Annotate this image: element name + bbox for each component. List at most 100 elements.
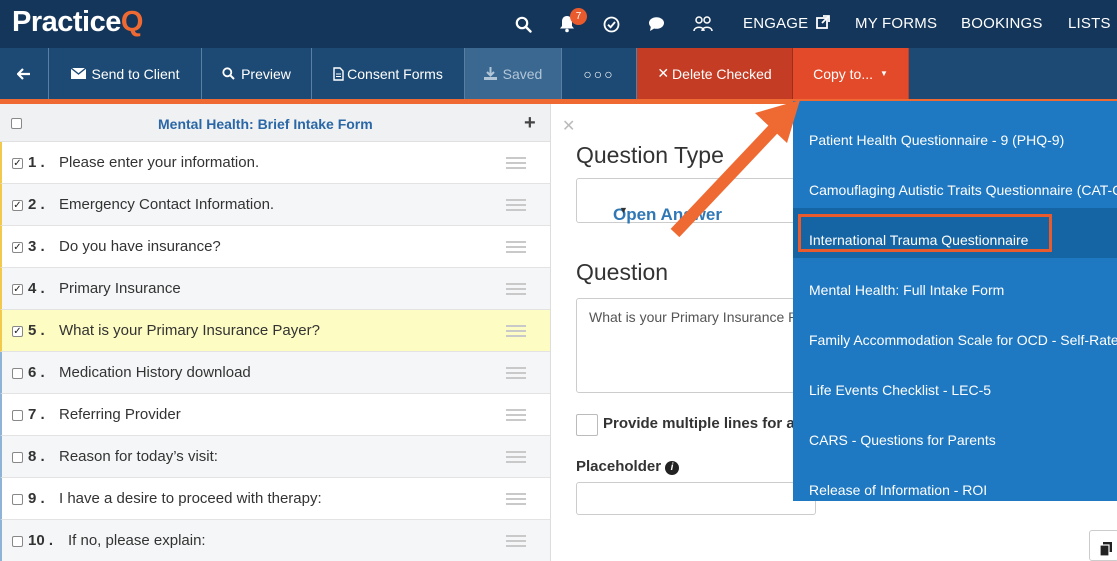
copy-to-item[interactable]: Life Events Checklist - LEC-5: [793, 358, 1117, 408]
info-icon[interactable]: i: [665, 461, 680, 475]
question-number: 6 .: [28, 364, 45, 381]
copy-to-item-label: International Trauma Questionnaire: [809, 232, 1029, 248]
envelope-icon: [70, 68, 86, 79]
placeholder-label-text: Placeholder: [576, 458, 662, 475]
question-row[interactable]: 6 . Medication History download: [0, 352, 550, 394]
question-heading: Question: [576, 259, 669, 285]
copy-to-item[interactable]: Family Accommodation Scale for OCD - Sel…: [793, 308, 1117, 358]
saved-button[interactable]: Saved: [465, 48, 562, 99]
practiceq-logo[interactable]: PracticeQ: [12, 6, 143, 39]
select-all-checkbox[interactable]: [11, 118, 22, 129]
copy-to-item[interactable]: Release of Information - ROI: [793, 458, 1117, 501]
nav-engage[interactable]: ENGAGE: [743, 15, 830, 32]
copy-to-dropdown-menu: Patient Health Questionnaire - 9 (PHQ-9)…: [793, 101, 1117, 501]
copy-to-item[interactable]: International Trauma Questionnaire: [793, 208, 1117, 258]
question-row[interactable]: ✓ 1 . Please enter your information.: [0, 142, 550, 184]
placeholder-input[interactable]: [576, 482, 816, 515]
more-options-button[interactable]: ○○○: [562, 48, 637, 99]
check-circle-icon[interactable]: [599, 12, 623, 36]
copy-to-item[interactable]: CARS - Questions for Parents: [793, 408, 1117, 458]
drag-handle-icon[interactable]: [506, 409, 526, 424]
question-type-select[interactable]: Open Answer ▼: [576, 178, 806, 224]
back-button[interactable]: [0, 48, 49, 99]
nav-lists-label: LISTS: [1068, 15, 1111, 32]
consent-forms-button[interactable]: Consent Forms: [312, 48, 465, 99]
question-checkbox[interactable]: ✓: [12, 284, 23, 295]
question-checkbox[interactable]: [12, 494, 23, 505]
copy-to-item[interactable]: Patient Health Questionnaire - 9 (PHQ-9): [793, 108, 1117, 158]
question-checkbox[interactable]: [12, 452, 23, 463]
search-icon: [222, 67, 235, 80]
question-checkbox[interactable]: [12, 368, 23, 379]
document-icon: [333, 66, 344, 81]
question-checkbox[interactable]: ✓: [12, 242, 23, 253]
question-number: 10 .: [28, 532, 54, 549]
question-checkbox[interactable]: [12, 410, 23, 421]
search-icon[interactable]: [511, 12, 535, 36]
send-to-client-button[interactable]: Send to Client: [49, 48, 202, 99]
nav-my-forms[interactable]: MY FORMS: [855, 15, 937, 32]
question-row[interactable]: ✓ 2 . Emergency Contact Information.: [0, 184, 550, 226]
form-header: Mental Health: Brief Intake Form +: [0, 104, 550, 142]
question-type-value: Open Answer: [613, 205, 722, 224]
drag-handle-icon[interactable]: [506, 367, 526, 382]
drag-handle-icon[interactable]: [506, 199, 526, 214]
multiple-lines-checkbox[interactable]: [576, 414, 598, 436]
drag-handle-icon[interactable]: [506, 325, 526, 340]
copy-to-item[interactable]: Mental Health: Full Intake Form: [793, 258, 1117, 308]
question-row[interactable]: ✓ 5 . What is your Primary Insurance Payer…: [0, 310, 550, 352]
question-number: 3 .: [28, 238, 45, 255]
nav-bookings[interactable]: BOOKINGS: [961, 15, 1043, 32]
caret-down-icon: ▼: [880, 69, 888, 78]
chat-icon[interactable]: [644, 12, 668, 36]
drag-handle-icon[interactable]: [506, 241, 526, 256]
copy-to-item-label: Camouflaging Autistic Traits Questionnai…: [809, 182, 1117, 198]
form-title: Mental Health: Brief Intake Form: [158, 116, 373, 132]
question-text: Referring Provider: [59, 406, 181, 423]
notification-badge: 7: [570, 8, 587, 25]
copy-to-item-label: Release of Information - ROI: [809, 482, 988, 498]
copy-to-item-label: Family Accommodation Scale for OCD - Sel…: [809, 332, 1117, 348]
question-checkbox[interactable]: ✓: [12, 158, 23, 169]
question-row[interactable]: 7 . Referring Provider: [0, 394, 550, 436]
question-row[interactable]: 8 . Reason for today’s visit:: [0, 436, 550, 478]
drag-handle-icon[interactable]: [506, 157, 526, 172]
question-row[interactable]: 10 . If no, please explain:: [0, 520, 550, 561]
clipboard-icon[interactable]: [1089, 530, 1117, 561]
question-number: 1 .: [28, 154, 45, 171]
question-row[interactable]: ✓ 3 . Do you have insurance?: [0, 226, 550, 268]
copy-to-item-label: Life Events Checklist - LEC-5: [809, 382, 992, 398]
people-icon[interactable]: [691, 12, 715, 36]
drag-handle-icon[interactable]: [506, 451, 526, 466]
question-number: 5 .: [28, 322, 45, 339]
copy-to-item-label: CARS - Questions for Parents: [809, 432, 996, 448]
question-number: 4 .: [28, 280, 45, 297]
copy-to-item-label: Mental Health: Full Intake Form: [809, 282, 1005, 298]
copy-to-item[interactable]: Camouflaging Autistic Traits Questionnai…: [793, 158, 1117, 208]
question-text: Please enter your information.: [59, 154, 260, 171]
drag-handle-icon[interactable]: [506, 283, 526, 298]
question-number: 7 .: [28, 406, 45, 423]
send-to-client-label: Send to Client: [91, 65, 180, 82]
nav-lists[interactable]: LISTS ▼: [1068, 15, 1117, 32]
placeholder-label: Placeholder i: [576, 458, 680, 475]
drag-handle-icon[interactable]: [506, 493, 526, 508]
delete-checked-label: Delete Checked: [672, 65, 772, 82]
caret-down-icon: ▼: [619, 205, 628, 215]
question-text: Do you have insurance?: [59, 238, 221, 255]
question-checkbox[interactable]: ✓: [12, 326, 23, 337]
copy-to-button[interactable]: Copy to... ▼: [793, 48, 909, 99]
drag-handle-icon[interactable]: [506, 535, 526, 550]
preview-button[interactable]: Preview: [202, 48, 312, 99]
question-row[interactable]: ✓ 4 . Primary Insurance: [0, 268, 550, 310]
close-icon: ✕: [657, 65, 670, 81]
question-checkbox[interactable]: [12, 536, 23, 547]
question-checkbox[interactable]: ✓: [12, 200, 23, 211]
question-text-area[interactable]: What is your Primary Insurance Payer?: [576, 298, 816, 393]
close-icon[interactable]: ✕: [562, 116, 575, 136]
delete-checked-button[interactable]: ✕ Delete Checked: [637, 48, 793, 99]
logo-text: Practice: [12, 6, 121, 38]
copy-to-label: Copy to...: [813, 65, 873, 82]
question-row[interactable]: 9 . I have a desire to proceed with thera…: [0, 478, 550, 520]
add-question-icon[interactable]: +: [524, 112, 536, 135]
